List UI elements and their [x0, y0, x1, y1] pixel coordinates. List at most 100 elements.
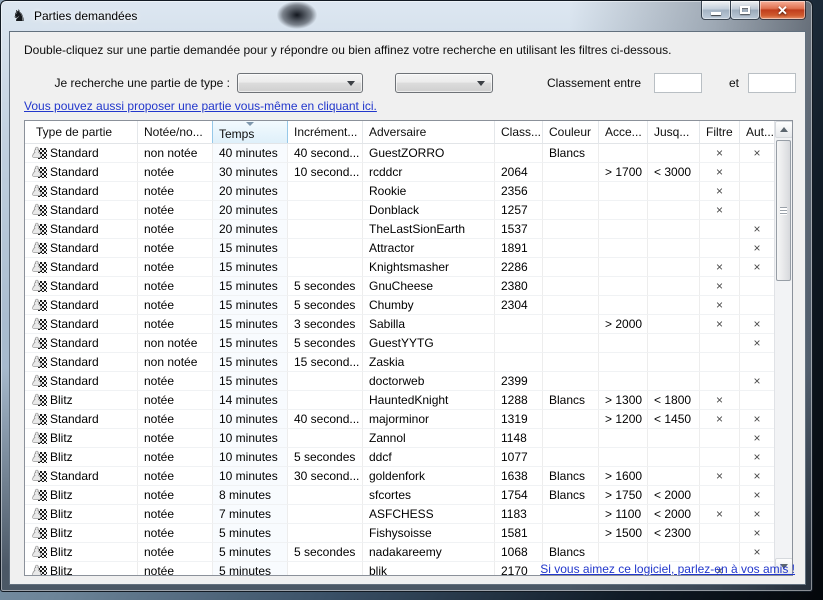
chess-pawn-icon: ♟	[31, 393, 48, 408]
game-row[interactable]: ♟Standardnotée15 minutes5 secondesChumby…	[25, 296, 775, 315]
game-row[interactable]: ♟Standardnotée30 minutes10 second...rcdd…	[25, 163, 775, 182]
cell-jusqua	[648, 201, 700, 220]
cell-color	[543, 315, 599, 334]
cell-filtre: ×	[700, 182, 740, 201]
game-type-text: Standard	[50, 469, 99, 483]
game-row[interactable]: ♟Standardnotée20 minutesRookie2356×	[25, 182, 775, 201]
game-row[interactable]: ♟Blitznotée10 minutes5 secondesddcf1077×	[25, 448, 775, 467]
cell-jusqua	[648, 429, 700, 448]
cell-type: ♟Blitz	[25, 486, 138, 505]
column-header-opponent[interactable]: Adversaire	[363, 121, 495, 143]
cell-filtre: ×	[700, 201, 740, 220]
game-row[interactable]: ♟Blitznotée5 minutes5 secondesnadakareem…	[25, 543, 775, 562]
column-header-rated[interactable]: Notée/no...	[138, 121, 213, 143]
column-header-increment[interactable]: Incrément...	[288, 121, 363, 143]
cell-opponent: Zannol	[363, 429, 495, 448]
cell-increment	[288, 524, 363, 543]
cell-rating: 1148	[495, 429, 543, 448]
cell-opponent: Attractor	[363, 239, 495, 258]
game-row[interactable]: ♟Standardnotée10 minutes40 second...majo…	[25, 410, 775, 429]
cell-rated: notée	[138, 182, 213, 201]
cell-jusqua: < 1800	[648, 391, 700, 410]
cell-filtre	[700, 543, 740, 562]
cell-filtre	[700, 448, 740, 467]
game-row[interactable]: ♟Standardnon notée40 minutes40 second...…	[25, 144, 775, 163]
chess-pawn-icon: ♟	[31, 317, 48, 332]
cell-jusqua: < 1450	[648, 410, 700, 429]
column-header-time[interactable]: Temps	[212, 121, 288, 143]
game-row[interactable]: ♟Standardnon notée15 minutes15 second...…	[25, 353, 775, 372]
cell-color	[543, 220, 599, 239]
share-link[interactable]: Si vous aimez ce logiciel, parlez-en à v…	[540, 562, 795, 576]
cell-opponent: sfcortes	[363, 486, 495, 505]
cell-rating: 2304	[495, 296, 543, 315]
game-row[interactable]: ♟Blitznotée7 minutesASFCHESS1183> 1100< …	[25, 505, 775, 524]
maximize-button[interactable]	[730, 1, 760, 20]
game-row[interactable]: ♟Standardnotée20 minutesTheLastSionEarth…	[25, 220, 775, 239]
cell-rating	[495, 315, 543, 334]
game-row[interactable]: ♟Standardnotée15 minutesAttractor1891×	[25, 239, 775, 258]
title-bar[interactable]: ♞ Parties demandées ✕	[1, 1, 812, 31]
propose-game-link[interactable]: Vous pouvez aussi proposer une partie vo…	[24, 99, 377, 113]
cell-accepte	[599, 201, 648, 220]
rating-max-input[interactable]	[748, 73, 796, 93]
close-button[interactable]: ✕	[759, 1, 806, 20]
column-header-rating[interactable]: Class...	[495, 121, 543, 143]
cell-filtre	[700, 429, 740, 448]
column-header-jusqua[interactable]: Jusq...	[648, 121, 700, 143]
game-row[interactable]: ♟Standardnotée20 minutesDonblack1257×	[25, 201, 775, 220]
game-row[interactable]: ♟Standardnotée10 minutes30 second...gold…	[25, 467, 775, 486]
cell-rating: 1638	[495, 467, 543, 486]
scroll-up-button[interactable]	[775, 121, 793, 138]
column-header-label: Couleur	[549, 125, 591, 139]
game-row[interactable]: ♟Standardnon notée15 minutes5 secondesGu…	[25, 334, 775, 353]
column-header-label: Jusq...	[654, 125, 689, 139]
cell-autre: ×	[740, 448, 775, 467]
cell-type: ♟Standard	[25, 239, 138, 258]
cell-time: 30 minutes	[213, 163, 288, 182]
cell-time: 5 minutes	[213, 543, 288, 562]
column-header-filtre[interactable]: Filtre	[700, 121, 740, 143]
cell-increment: 30 second...	[288, 467, 363, 486]
cell-type: ♟Standard	[25, 201, 138, 220]
cell-accepte: > 1500	[599, 524, 648, 543]
cell-increment: 40 second...	[288, 410, 363, 429]
cell-increment: 5 secondes	[288, 334, 363, 353]
scroll-thumb[interactable]	[776, 140, 791, 281]
vertical-scrollbar[interactable]	[774, 121, 792, 575]
cell-increment: 10 second...	[288, 163, 363, 182]
cell-autre: ×	[740, 410, 775, 429]
game-row[interactable]: ♟Blitznotée10 minutesZannol1148×	[25, 429, 775, 448]
cell-opponent: GuestZORRO	[363, 144, 495, 163]
game-row[interactable]: ♟Standardnotée15 minutes5 secondesGnuChe…	[25, 277, 775, 296]
column-header-color[interactable]: Couleur	[543, 121, 599, 143]
game-row[interactable]: ♟Standardnotée15 minutesdoctorweb2399×	[25, 372, 775, 391]
column-header-type[interactable]: Type de partie	[25, 121, 138, 143]
rating-min-input[interactable]	[654, 73, 702, 93]
game-type-text: Blitz	[50, 507, 73, 521]
cell-time: 10 minutes	[213, 467, 288, 486]
column-header-autre[interactable]: Aut...	[740, 121, 775, 143]
game-row[interactable]: ♟Blitznotée5 minutesFishysoisse1581> 150…	[25, 524, 775, 543]
cell-accepte	[599, 239, 648, 258]
cell-type: ♟Blitz	[25, 448, 138, 467]
game-subtype-select[interactable]	[395, 73, 493, 93]
game-row[interactable]: ♟Standardnotée15 minutes3 secondesSabill…	[25, 315, 775, 334]
cell-rated: notée	[138, 277, 213, 296]
cell-time: 15 minutes	[213, 277, 288, 296]
game-row[interactable]: ♟Blitznotée14 minutesHauntedKnight1288Bl…	[25, 391, 775, 410]
cell-time: 40 minutes	[213, 144, 288, 163]
minimize-button[interactable]	[701, 1, 731, 20]
chess-pawn-icon: ♟	[31, 507, 48, 522]
cell-jusqua	[648, 353, 700, 372]
game-row[interactable]: ♟Standardnotée15 minutesKnightsmasher228…	[25, 258, 775, 277]
cell-rating: 2356	[495, 182, 543, 201]
column-header-label: Acce...	[605, 125, 642, 139]
game-row[interactable]: ♟Blitznotée8 minutessfcortes1754Blancs> …	[25, 486, 775, 505]
cell-filtre	[700, 239, 740, 258]
chess-pawn-icon: ♟	[31, 298, 48, 313]
game-type-select[interactable]	[237, 73, 363, 93]
game-type-label: Je recherche une partie de type :	[30, 76, 230, 90]
cell-accepte	[599, 182, 648, 201]
column-header-accepte[interactable]: Acce...	[599, 121, 648, 143]
